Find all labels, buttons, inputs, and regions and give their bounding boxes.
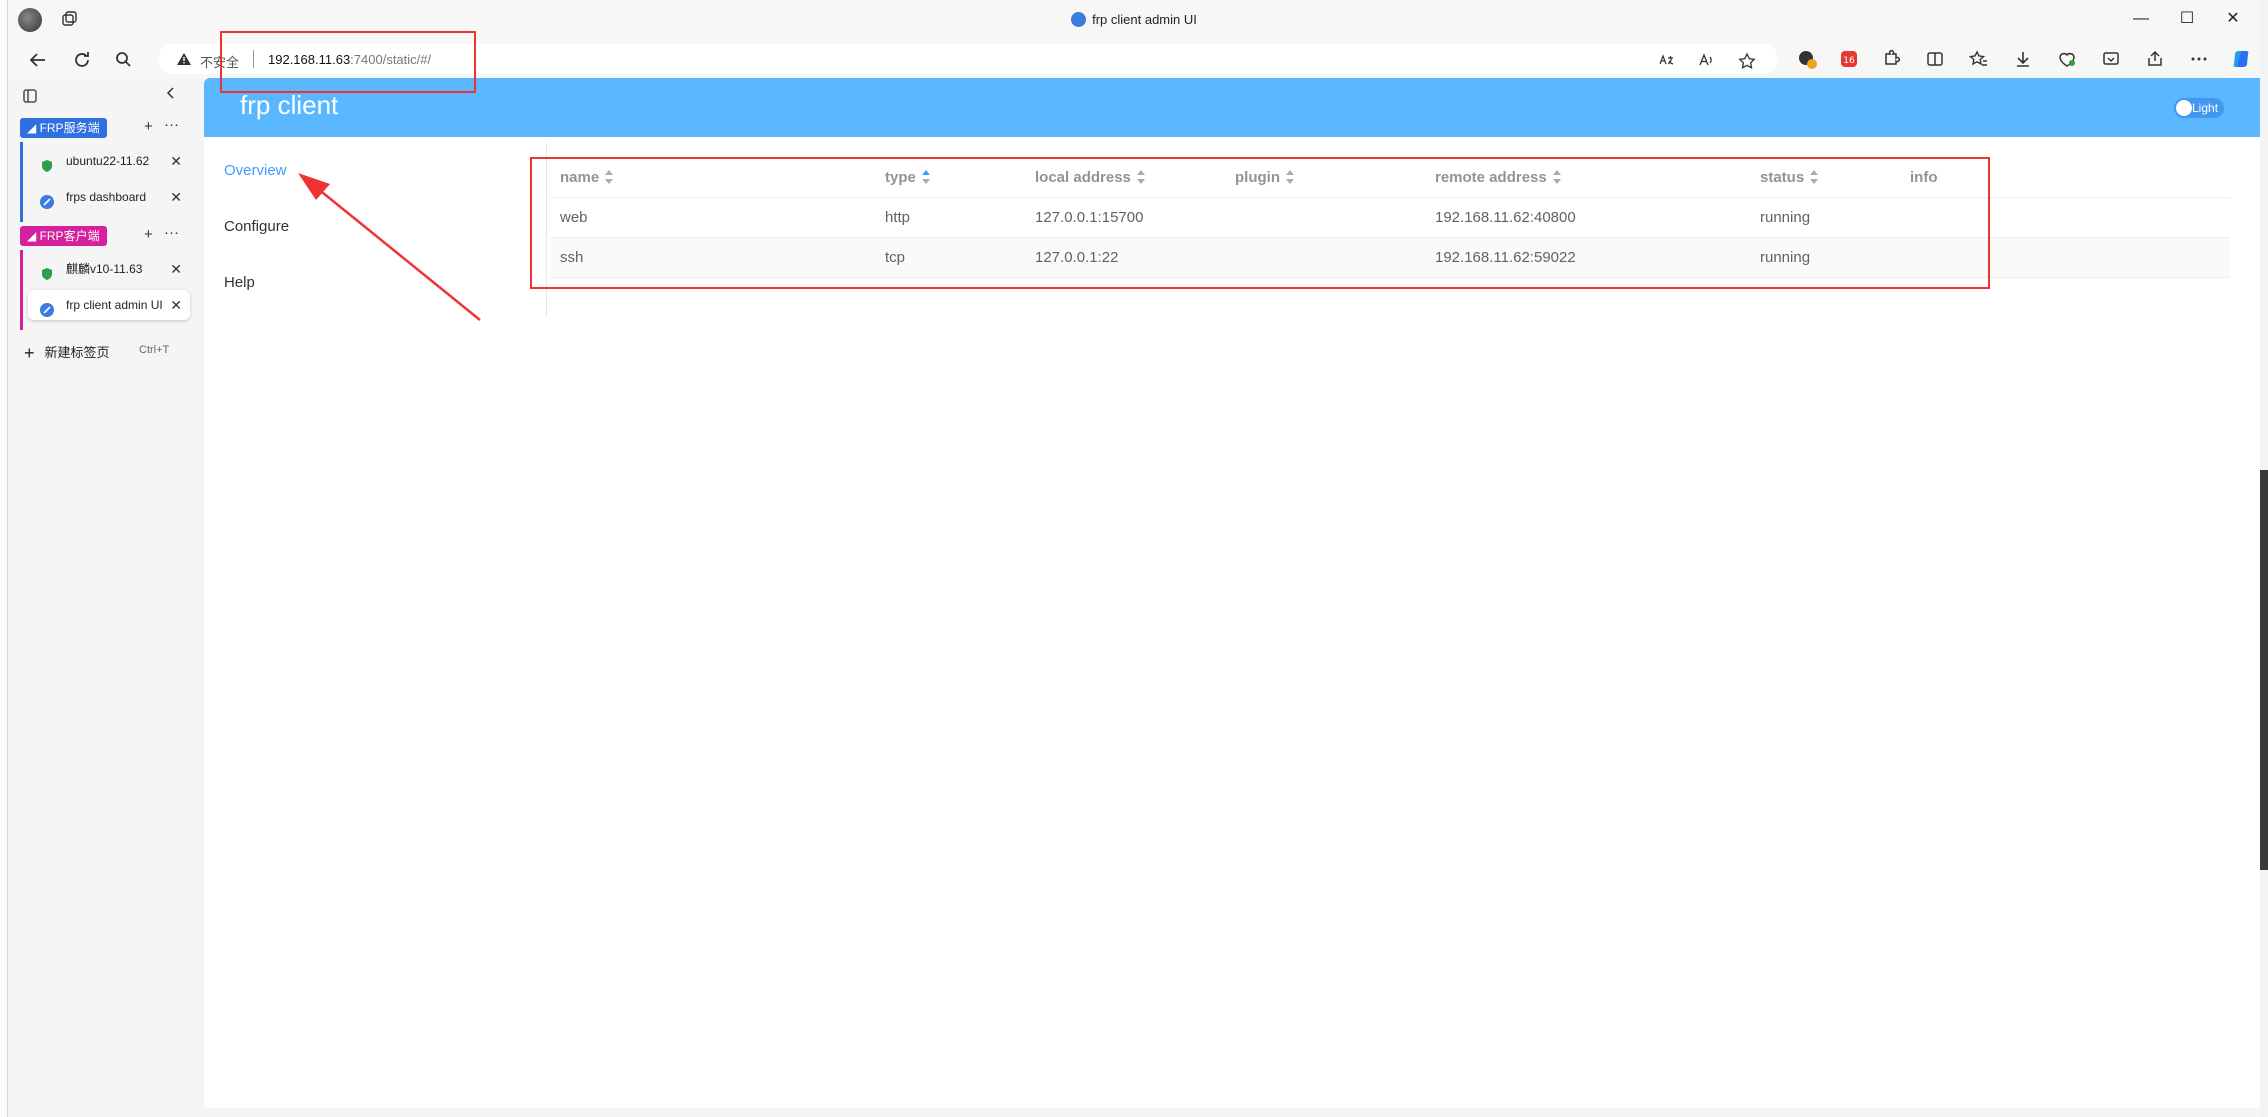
menu-configure[interactable]: Configure: [224, 218, 289, 235]
group-add-icon[interactable]: +: [144, 226, 153, 243]
collapse-chevron-icon[interactable]: [164, 86, 178, 105]
group-bar-client: [20, 250, 23, 330]
theme-toggle[interactable]: Light: [2174, 98, 2224, 118]
tab-kylin-v10[interactable]: 麒麟v10-11.63 ✕: [28, 254, 190, 284]
extensions-icon[interactable]: [1880, 48, 1902, 70]
plus-icon: +: [24, 343, 35, 363]
frp-favicon-icon: [1071, 12, 1087, 27]
back-arrow-icon[interactable]: [26, 48, 50, 72]
app-title: frp client: [240, 90, 339, 120]
copilot-icon[interactable]: [2230, 48, 2252, 70]
split-screen-icon[interactable]: [1924, 48, 1946, 70]
close-tab-icon[interactable]: ✕: [170, 146, 182, 176]
share-icon[interactable]: [2144, 48, 2166, 70]
menu-help[interactable]: Help: [224, 274, 255, 291]
more-options-icon[interactable]: [2188, 48, 2210, 70]
extension-badge-icon[interactable]: [1796, 48, 1818, 70]
search-icon[interactable]: [112, 48, 136, 72]
screenshot-icon[interactable]: [2100, 48, 2122, 70]
close-window-button[interactable]: ✕: [2210, 8, 2256, 28]
close-tab-icon[interactable]: ✕: [170, 254, 182, 284]
tab-frp-client-admin-ui[interactable]: frp client admin UI ✕: [28, 290, 190, 320]
window-title: frp client admin UI: [8, 12, 2260, 27]
app-header: frp client Light: [204, 78, 2266, 137]
tab-actions-icon[interactable]: [22, 88, 38, 109]
annotation-arrow-icon: [298, 173, 481, 321]
shield-icon: [40, 262, 54, 280]
globe-icon: [40, 298, 54, 317]
browser-essentials-icon[interactable]: [2056, 48, 2078, 70]
group-more-icon[interactable]: ···: [164, 224, 179, 241]
window-controls: — ☐ ✕: [2118, 8, 2256, 28]
favorite-star-icon[interactable]: [1738, 52, 1756, 73]
group-bar-server: [20, 142, 23, 222]
shield-icon: [40, 154, 54, 172]
new-tab-button[interactable]: + 新建标签页 Ctrl+T: [24, 342, 169, 364]
ad-block-icon[interactable]: 16: [1838, 48, 1860, 70]
tab-group-server[interactable]: ◢ FRP服务端: [20, 118, 107, 138]
downloads-icon[interactable]: [2012, 48, 2034, 70]
tab-group-client[interactable]: ◢ FRP客户端: [20, 226, 107, 246]
minimize-button[interactable]: —: [2118, 10, 2164, 28]
read-aloud-icon[interactable]: [1698, 52, 1714, 71]
group-more-icon[interactable]: ···: [164, 116, 179, 133]
background-window-edge-right: [2260, 0, 2268, 1117]
toggle-knob: [2176, 100, 2192, 116]
table-highlight-box: [530, 157, 1990, 289]
svg-text:16: 16: [1843, 56, 1855, 66]
refresh-icon[interactable]: [70, 48, 94, 72]
new-tab-shortcut: Ctrl+T: [139, 344, 170, 356]
vertical-tabs-panel: ◢ FRP服务端 + ··· ubuntu22-11.62 ✕ frps das…: [8, 78, 198, 1117]
maximize-button[interactable]: ☐: [2164, 8, 2210, 28]
background-window-edge: [0, 0, 8, 1117]
globe-icon: [40, 190, 54, 209]
menu-overview[interactable]: Overview: [224, 162, 287, 179]
favorites-icon[interactable]: [1968, 48, 1990, 70]
warning-icon[interactable]: [176, 51, 192, 72]
url-highlight-box: [220, 31, 476, 93]
tab-ubuntu22[interactable]: ubuntu22-11.62 ✕: [28, 146, 190, 176]
close-tab-icon[interactable]: ✕: [166, 290, 182, 320]
tab-frps-dashboard[interactable]: frps dashboard ✕: [28, 182, 190, 212]
close-tab-icon[interactable]: ✕: [170, 182, 182, 212]
translate-icon[interactable]: [1658, 52, 1674, 71]
group-add-icon[interactable]: +: [144, 118, 153, 135]
